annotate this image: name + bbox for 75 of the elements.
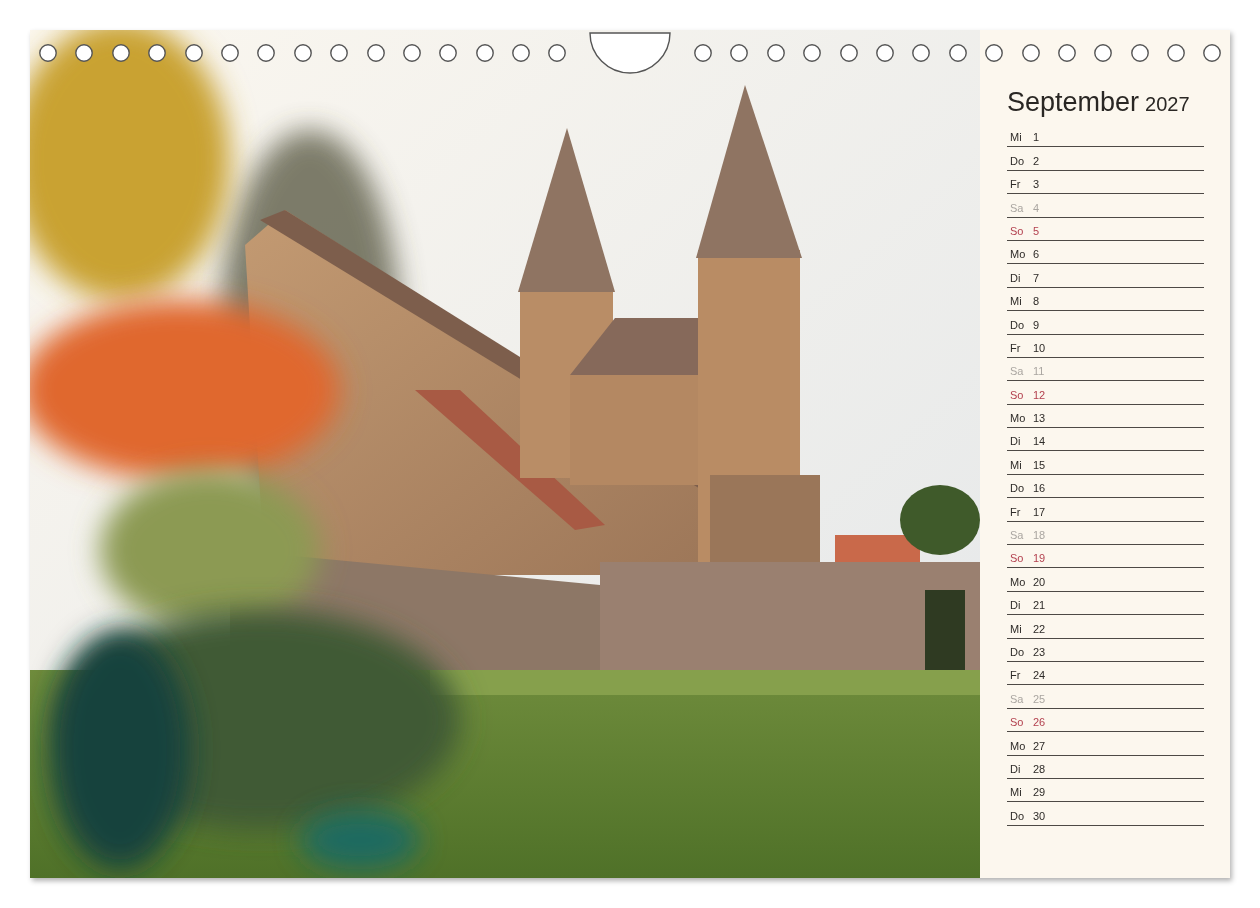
- binding-hole-icon: [402, 44, 421, 62]
- day-number: 12: [1033, 388, 1046, 402]
- weekday-label: Do: [1010, 318, 1026, 332]
- weekday-label: Mi: [1010, 131, 1023, 145]
- weekday-label: Do: [1010, 154, 1026, 168]
- weekday-label: Do: [1010, 646, 1026, 659]
- binding-hole-icon: [875, 44, 894, 62]
- day-number: 26: [1033, 716, 1046, 730]
- weekday-label: Mo: [1010, 739, 1027, 753]
- weekday-label: Sa: [1010, 365, 1025, 379]
- day-number: 25: [1033, 692, 1046, 706]
- month-title: September: [1007, 86, 1140, 118]
- weekday-label: Mi: [1010, 622, 1023, 636]
- weekday-label: Mo: [1010, 248, 1027, 262]
- weekday-label: Fr: [1010, 178, 1022, 192]
- hanger-notch-icon: [589, 32, 671, 74]
- day-number: 28: [1033, 762, 1046, 776]
- day-number: 27: [1033, 739, 1046, 753]
- day-number: 29: [1033, 786, 1046, 800]
- weekday-label: Fr: [1010, 505, 1022, 519]
- year-label: 2027: [1145, 92, 1190, 117]
- day-number: 21: [1033, 599, 1046, 613]
- weekday-label: Mi: [1010, 295, 1023, 309]
- day-number: 7: [1033, 271, 1040, 285]
- binding-hole-icon: [220, 44, 239, 62]
- binding-hole-icon: [1167, 44, 1186, 62]
- weekday-label: Sa: [1010, 692, 1025, 706]
- day-number: 6: [1033, 248, 1040, 262]
- day-number: 13: [1033, 412, 1046, 426]
- weekday-label: Di: [1010, 762, 1022, 776]
- weekday-label: Mo: [1010, 412, 1027, 426]
- binding-hole-icon: [803, 44, 822, 62]
- day-number: 24: [1033, 669, 1046, 683]
- day-number: 30: [1033, 809, 1046, 823]
- weekday-label: Di: [1010, 435, 1022, 449]
- binding-hole-icon: [148, 44, 167, 62]
- binding-hole-icon: [985, 44, 1004, 62]
- binding-hole-icon: [1057, 44, 1076, 62]
- weekday-label: Sa: [1010, 201, 1025, 215]
- day-number: 8: [1033, 295, 1040, 309]
- weekday-label: So: [1010, 716, 1025, 730]
- day-number: 18: [1033, 529, 1046, 543]
- binding-hole-icon: [694, 44, 712, 62]
- day-number: 9: [1033, 318, 1040, 332]
- day-number: 2: [1033, 154, 1040, 168]
- day-number: 19: [1033, 552, 1046, 566]
- weekday-label: Di: [1010, 271, 1022, 285]
- binding-hole-icon: [39, 44, 57, 62]
- day-number: 16: [1033, 482, 1046, 496]
- day-number: 3: [1033, 178, 1040, 192]
- weekday-label: So: [1010, 388, 1025, 402]
- binding-hole-icon: [512, 44, 531, 62]
- day-number: 23: [1033, 646, 1046, 659]
- weekday-label: Do: [1010, 809, 1026, 823]
- weekday-label: Sa: [1010, 529, 1025, 543]
- day-number: 5: [1033, 224, 1040, 238]
- weekday-label: Do: [1010, 482, 1026, 496]
- binding-hole-icon: [330, 44, 349, 62]
- day-number: 20: [1033, 575, 1046, 589]
- day-number: 1: [1033, 131, 1040, 145]
- day-number: 10: [1033, 341, 1046, 355]
- weekday-label: So: [1010, 224, 1025, 238]
- weekday-label: Di: [1010, 599, 1022, 613]
- weekday-label: Fr: [1010, 341, 1022, 355]
- day-number: 4: [1033, 201, 1040, 215]
- day-number: 14: [1033, 435, 1046, 449]
- weekday-label: So: [1010, 552, 1025, 566]
- day-number: 15: [1033, 458, 1046, 472]
- weekday-label: Mo: [1010, 575, 1027, 589]
- weekday-label: Fr: [1010, 669, 1022, 683]
- day-number: 22: [1033, 622, 1046, 636]
- day-number: 17: [1033, 505, 1046, 519]
- weekday-label: Mi: [1010, 786, 1023, 800]
- day-number: 11: [1033, 365, 1045, 379]
- weekday-label: Mi: [1010, 458, 1023, 472]
